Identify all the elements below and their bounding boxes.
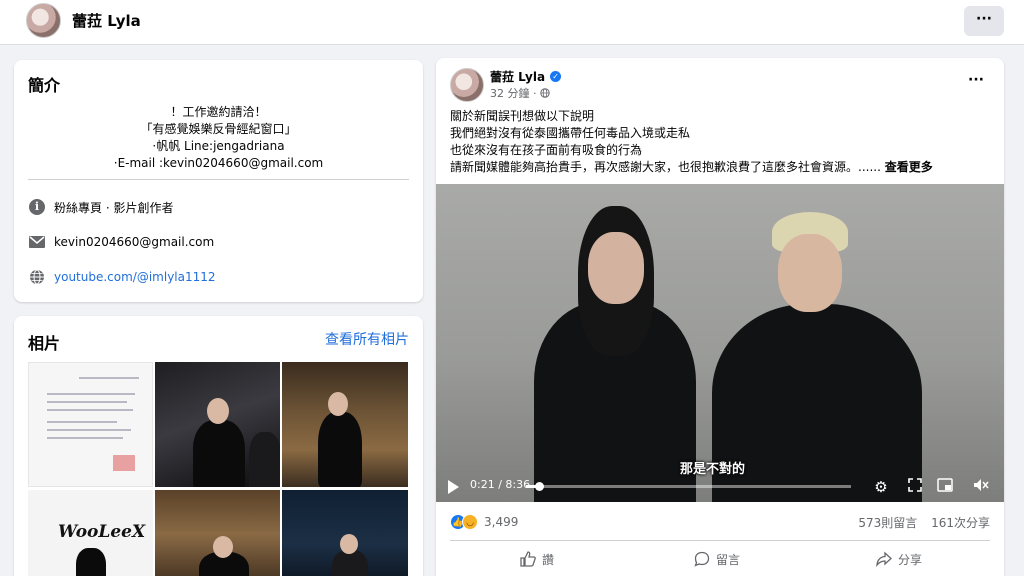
intro-website-link[interactable]: youtube.com/@imlyla1112 bbox=[54, 270, 216, 284]
see-more-link[interactable]: 查看更多 bbox=[885, 160, 933, 174]
page-header: 蕾菈 Lyla ··· bbox=[0, 0, 1024, 45]
video-controls: 0:21 / 8:36 ⚙ bbox=[436, 472, 1004, 502]
post-timestamp: 32 分鐘 · bbox=[490, 85, 550, 101]
photo-thumbnail[interactable] bbox=[155, 362, 280, 487]
bio-line: 「有感覺娛樂反骨經紀窗口」 bbox=[140, 122, 297, 136]
comment-bubble-icon bbox=[694, 551, 710, 567]
bio-line: ！工作邀約請洽！ bbox=[170, 105, 267, 119]
intro-bio: ！工作邀約請洽！ 「有感覺娛樂反骨經紀窗口」 ·帆帆 Line:jengadri… bbox=[14, 104, 423, 172]
public-globe-icon bbox=[539, 88, 550, 98]
comment-button[interactable]: 留言 bbox=[694, 546, 740, 572]
post-author-avatar[interactable] bbox=[450, 68, 484, 102]
reaction-count: 3,499 bbox=[484, 515, 519, 529]
photo-thumbnail[interactable] bbox=[28, 362, 153, 487]
brand-logo-text: WooLeeX bbox=[58, 522, 146, 542]
share-arrow-icon bbox=[876, 551, 892, 567]
video-time: 0:21 / 8:36 bbox=[470, 478, 531, 491]
intro-card: 簡介 ！工作邀約請洽！ 「有感覺娛樂反骨經紀窗口」 ·帆帆 Line:jenga… bbox=[14, 60, 423, 302]
photos-title: 相片 bbox=[28, 334, 61, 353]
globe-icon bbox=[28, 268, 46, 286]
post-time[interactable]: 32 分鐘 · bbox=[490, 85, 537, 101]
post-card: 蕾菈 Lyla ✓ 32 分鐘 · ··· 關於新聞誤刊想做以下說明 我們絕對沒… bbox=[436, 58, 1004, 576]
comment-label: 留言 bbox=[716, 552, 741, 567]
divider bbox=[28, 179, 409, 180]
comment-count[interactable]: 573則留言 bbox=[858, 516, 917, 530]
profile-avatar[interactable] bbox=[26, 3, 61, 38]
info-icon: i bbox=[28, 198, 46, 216]
post-text-line: 也從來沒有在孩子面前有吸食的行為 bbox=[450, 143, 643, 157]
like-button[interactable]: 讚 bbox=[520, 546, 554, 572]
reaction-summary[interactable]: 👍 ◡ 3,499 bbox=[450, 512, 518, 532]
bio-line: ·E-mail :kevin0204660@gmail.com bbox=[113, 156, 324, 170]
video-player[interactable]: 那是不對的 0:21 / 8:36 ⚙ bbox=[436, 184, 1004, 502]
post-more-button[interactable]: ··· bbox=[968, 72, 984, 88]
post-text-line: 請新聞媒體能夠高抬貴手，再次感謝大家，也很抱歉浪費了這麼多社會資源。......… bbox=[450, 160, 933, 174]
post-author-name[interactable]: 蕾菈 Lyla bbox=[490, 68, 545, 85]
profile-name[interactable]: 蕾菈 Lyla bbox=[72, 10, 141, 31]
fullscreen-expand-icon[interactable] bbox=[906, 478, 924, 496]
bio-line: ·帆帆 Line:jengadriana bbox=[152, 139, 285, 153]
intro-category: 粉絲專頁 · 影片創作者 bbox=[54, 200, 174, 215]
photo-thumbnail[interactable] bbox=[155, 490, 280, 576]
intro-website-row: youtube.com/@imlyla1112 bbox=[28, 267, 216, 287]
engagement-counts: 573則留言 161次分享 bbox=[848, 514, 990, 531]
share-count[interactable]: 161次分享 bbox=[931, 516, 990, 530]
photo-thumbnail[interactable] bbox=[282, 362, 408, 487]
like-label: 讚 bbox=[542, 552, 555, 567]
more-options-button[interactable]: ··· bbox=[964, 6, 1004, 36]
intro-email[interactable]: kevin0204660@gmail.com bbox=[54, 235, 214, 249]
intro-email-row: kevin0204660@gmail.com bbox=[28, 232, 214, 252]
share-label: 分享 bbox=[898, 552, 923, 567]
thumbs-up-icon bbox=[520, 551, 536, 567]
mute-speaker-icon[interactable] bbox=[972, 478, 990, 496]
post-text-line: 關於新聞誤刊想做以下說明 bbox=[450, 109, 595, 123]
post-author: 蕾菈 Lyla ✓ bbox=[490, 68, 562, 85]
post-text-line: 我們絕對沒有從泰國攜帶任何毒品入境或走私 bbox=[450, 126, 691, 140]
video-progress-handle[interactable] bbox=[535, 482, 544, 491]
haha-reaction-icon: ◡ bbox=[462, 514, 478, 530]
mail-icon bbox=[28, 233, 46, 251]
intro-category-row: i 粉絲專頁 · 影片創作者 bbox=[28, 197, 173, 217]
settings-gear-icon[interactable]: ⚙ bbox=[872, 478, 890, 496]
photo-thumbnail[interactable] bbox=[282, 490, 408, 576]
share-button[interactable]: 分享 bbox=[876, 546, 922, 572]
video-progress-bar[interactable] bbox=[526, 482, 851, 491]
see-all-photos-link[interactable]: 查看所有相片 bbox=[325, 329, 409, 349]
intro-title: 簡介 bbox=[28, 76, 61, 95]
divider bbox=[450, 540, 990, 541]
verified-badge-icon: ✓ bbox=[550, 71, 562, 82]
photos-card: 相片 查看所有相片 WooLeeX bbox=[14, 316, 423, 576]
play-icon[interactable] bbox=[448, 480, 459, 494]
photo-thumbnail[interactable]: WooLeeX bbox=[28, 490, 153, 576]
post-text: 關於新聞誤刊想做以下說明 我們絕對沒有從泰國攜帶任何毒品入境或走私 也從來沒有在… bbox=[450, 108, 990, 176]
picture-in-picture-icon[interactable] bbox=[936, 478, 954, 496]
